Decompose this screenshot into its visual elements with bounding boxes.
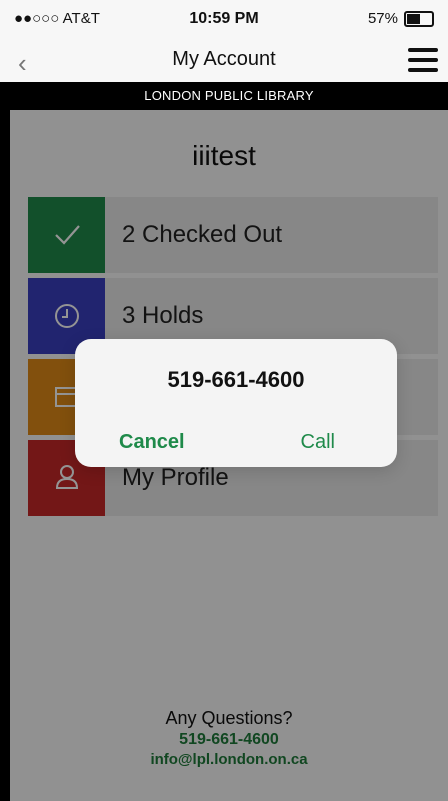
cancel-button[interactable]: Cancel [119,431,185,454]
app-screen: ●●○○○ AT&T 10:59 PM 57% ‹ My Account LON… [0,0,448,801]
library-banner: LONDON PUBLIC LIBRARY [10,82,448,110]
status-bar: ●●○○○ AT&T 10:59 PM 57% [0,0,448,38]
call-alert-dialog: 519-661-4600 Cancel Call [75,339,397,467]
alert-phone-number: 519-661-4600 [167,367,305,392]
hamburger-menu-icon[interactable] [408,48,438,72]
call-button[interactable]: Call [301,431,335,454]
nav-bar: ‹ My Account [0,38,448,82]
page-title: My Account [172,48,276,70]
battery-icon [404,10,434,27]
left-frame-edge [0,82,10,801]
battery-percent: 57% [367,10,398,27]
battery-status: 57% [368,10,434,27]
